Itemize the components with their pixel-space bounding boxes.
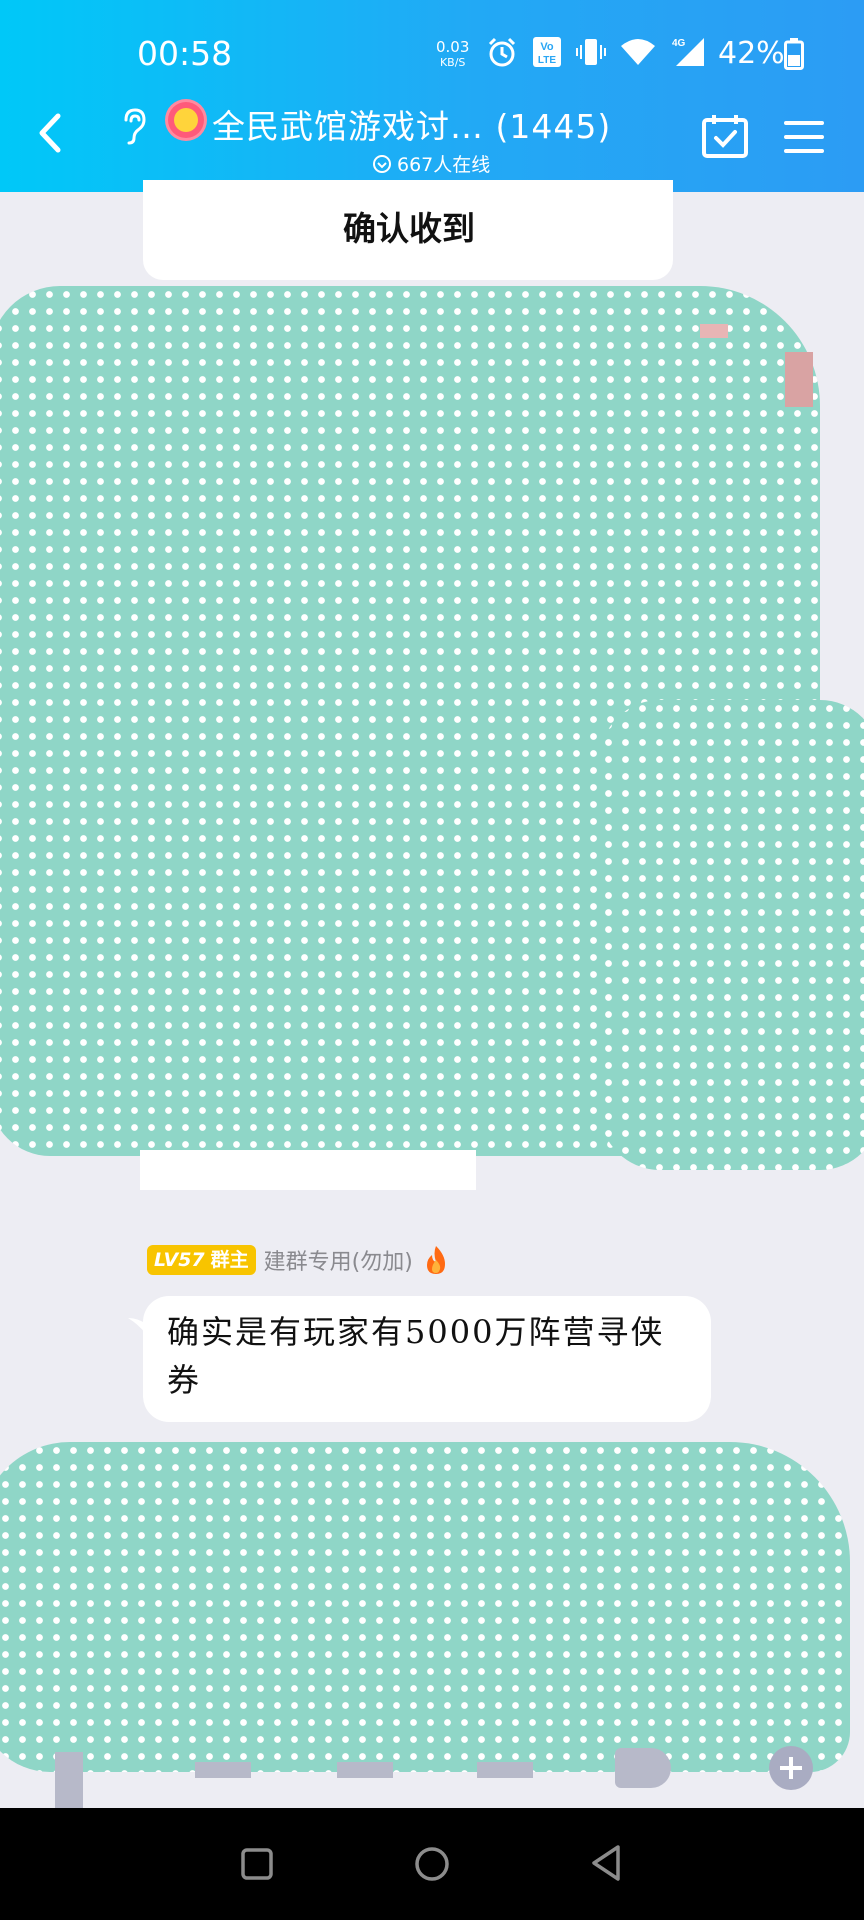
message-bubble-fragment	[140, 1150, 476, 1190]
toolbar-item[interactable]	[477, 1762, 533, 1778]
ear-icon[interactable]	[118, 106, 148, 146]
back-arrow-icon[interactable]	[36, 112, 62, 154]
group-emoji-avatar	[168, 102, 204, 138]
online-count-text: 667人在线	[397, 154, 491, 176]
toolbar-item[interactable]	[55, 1752, 83, 1810]
net-speed-value: 0.03	[436, 38, 470, 56]
alarm-icon	[488, 37, 516, 67]
message-text: 确认收到	[343, 209, 475, 248]
message-text: 确实是有玩家有5000万阵营寻侠券	[167, 1313, 665, 1399]
plus-icon[interactable]	[769, 1746, 813, 1790]
status-time: 00:58	[137, 34, 233, 73]
input-toolbar	[0, 1746, 864, 1810]
net-speed-unit: KB/S	[439, 56, 466, 69]
svg-text:Vo: Vo	[540, 41, 554, 53]
net-speed: 0.03 KB/S	[436, 40, 469, 70]
chat-header: 00:58 0.03 KB/S Vo LTE 4G 42% 全民武馆游戏讨… (…	[0, 0, 864, 192]
smile-face-icon	[174, 108, 198, 132]
role-text: 群主	[210, 1249, 249, 1271]
battery-percent: 42%	[718, 36, 785, 71]
redacted-area	[600, 700, 864, 1170]
toolbar-item[interactable]	[337, 1762, 393, 1778]
status-icons: Vo LTE 4G	[486, 36, 706, 68]
toolbar-item[interactable]	[615, 1748, 671, 1788]
home-icon[interactable]	[413, 1845, 451, 1883]
menu-icon[interactable]	[784, 120, 824, 154]
toolbar-item[interactable]	[195, 1762, 251, 1778]
battery-icon	[784, 38, 804, 70]
4g-signal-icon: 4G	[672, 38, 704, 66]
sender-line: LV57 群主 建群专用(勿加)	[147, 1244, 449, 1276]
back-icon[interactable]	[588, 1843, 624, 1883]
message-bubble[interactable]: 确实是有玩家有5000万阵营寻侠券	[143, 1296, 711, 1422]
message-bubble-partial[interactable]: 确认收到	[143, 180, 673, 280]
group-title[interactable]: 全民武馆游戏讨… (1445)	[212, 100, 611, 148]
calendar-check-icon[interactable]	[702, 114, 748, 158]
redacted-area	[0, 1442, 850, 1772]
svg-text:4G: 4G	[672, 38, 686, 49]
recents-icon[interactable]	[240, 1847, 274, 1881]
online-count: 667人在线	[372, 150, 490, 177]
online-check-icon	[373, 154, 391, 173]
volte-icon: Vo LTE	[533, 37, 561, 67]
vibrate-icon	[576, 39, 606, 65]
level-text: LV57	[154, 1249, 205, 1271]
wifi-icon	[621, 39, 655, 65]
flame-icon	[426, 1246, 445, 1274]
svg-text:LTE: LTE	[538, 55, 556, 66]
sender-name[interactable]: 建群专用(勿加)	[264, 1244, 413, 1276]
redacted-fragment	[700, 324, 728, 338]
redacted-fragment	[785, 352, 813, 407]
level-badge: LV57 群主	[147, 1245, 256, 1275]
